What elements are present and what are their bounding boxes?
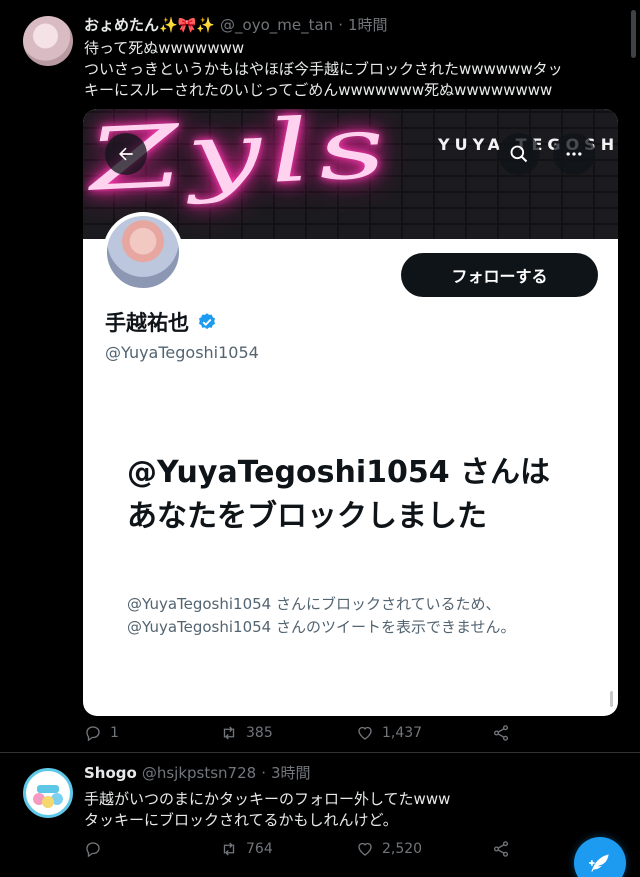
tweet-header: おょめたん✨🎀✨ @_oyo_me_tan · 1時間: [84, 14, 388, 35]
reply-button[interactable]: 1: [84, 724, 119, 742]
tweet-text-line: 手越がいつのまにかタッキーのフォロー外してたwww: [84, 790, 451, 808]
handle[interactable]: @_oyo_me_tan: [220, 16, 333, 34]
like-count: 1,437: [382, 725, 423, 741]
tweet-text-line: ついさっきというかもはやほぼ今手越にブロックされたwwwwwwタッ: [84, 60, 563, 78]
back-arrow-icon: [119, 147, 133, 161]
more-button[interactable]: [553, 133, 595, 175]
share-icon: [493, 841, 509, 857]
like-icon: [358, 842, 372, 856]
search-button[interactable]: [498, 133, 540, 175]
verified-badge-icon: [199, 313, 215, 330]
profile-name-text: 手越祐也: [105, 311, 189, 335]
share-icon: [493, 725, 509, 741]
reply-icon: [86, 842, 100, 858]
handle[interactable]: @hsjkpstsn728: [142, 764, 256, 782]
blocked-title: @YuyaTegoshi1054 さんはあなたをブロックしました: [127, 455, 551, 534]
search-icon: [510, 145, 528, 163]
retweet-count: 764: [246, 841, 273, 857]
retweet-icon: [223, 726, 235, 740]
attached-screenshot[interactable]: Zyls YUYA TEGOSHI フォローする 手越祐也 @YuyaTegos…: [83, 109, 618, 716]
avatar[interactable]: [23, 768, 73, 818]
tweet-actions: 1 385 1,437: [84, 724, 524, 746]
reply-icon: [86, 726, 100, 742]
tweet-header: Shogo @hsjkpstsn728 · 3時間: [84, 762, 311, 783]
like-button[interactable]: 2,520: [356, 840, 422, 858]
retweet-icon: [223, 842, 235, 856]
like-button[interactable]: 1,437: [356, 724, 422, 742]
compose-icon: [589, 854, 609, 872]
follow-button[interactable]: フォローする: [401, 253, 598, 297]
profile-handle: @YuyaTegoshi1054: [105, 343, 259, 362]
share-button[interactable]: [492, 724, 510, 742]
reply-count: 1: [110, 725, 119, 741]
retweet-button[interactable]: 385: [220, 724, 273, 742]
tweet-actions: 764 2,520: [84, 840, 524, 862]
card-scrollbar: [610, 691, 613, 707]
avatar-logo-icon: [28, 773, 68, 813]
tweet-text-line: 待って死ぬwwwwwww: [84, 39, 245, 57]
profile-avatar[interactable]: [103, 212, 183, 292]
tweet-text: 待って死ぬwwwwwww ついさっきというかもはやほぼ今手越にブロックされたww…: [84, 38, 563, 101]
tweet-text-line: キーにスルーされたのいじってごめんwwwwwww死ぬwwwwwwww: [84, 81, 553, 99]
reply-button[interactable]: [84, 840, 102, 858]
blocked-description-line: @YuyaTegoshi1054 さんにブロックされているため、: [127, 595, 501, 613]
share-button[interactable]: [492, 840, 510, 858]
timestamp[interactable]: 1時間: [348, 14, 388, 35]
blocked-description-line: @YuyaTegoshi1054 さんのツイートを表示できません。: [127, 618, 516, 636]
tweet[interactable]: おょめたん✨🎀✨ @_oyo_me_tan · 1時間 待って死ぬwwwwwww…: [0, 0, 640, 752]
display-name[interactable]: おょめたん✨🎀✨: [84, 14, 215, 35]
display-name[interactable]: Shogo: [84, 764, 137, 782]
like-count: 2,520: [382, 841, 423, 857]
timestamp[interactable]: 3時間: [271, 762, 311, 783]
back-button[interactable]: [105, 133, 147, 175]
avatar[interactable]: [23, 16, 73, 66]
retweet-button[interactable]: 764: [220, 840, 273, 858]
separator: ·: [261, 763, 266, 782]
tweet-text: 手越がいつのまにかタッキーのフォロー外してたwww タッキーにブロックされてるか…: [84, 789, 450, 831]
profile-name: 手越祐也: [105, 307, 217, 337]
blocked-description: @YuyaTegoshi1054 さんにブロックされているため、 @YuyaTe…: [127, 593, 587, 639]
like-icon: [358, 726, 372, 740]
more-icon: [566, 152, 582, 156]
retweet-count: 385: [246, 725, 273, 741]
separator: ·: [338, 15, 343, 34]
tweet-text-line: タッキーにブロックされてるかもしれんけど。: [84, 811, 398, 829]
